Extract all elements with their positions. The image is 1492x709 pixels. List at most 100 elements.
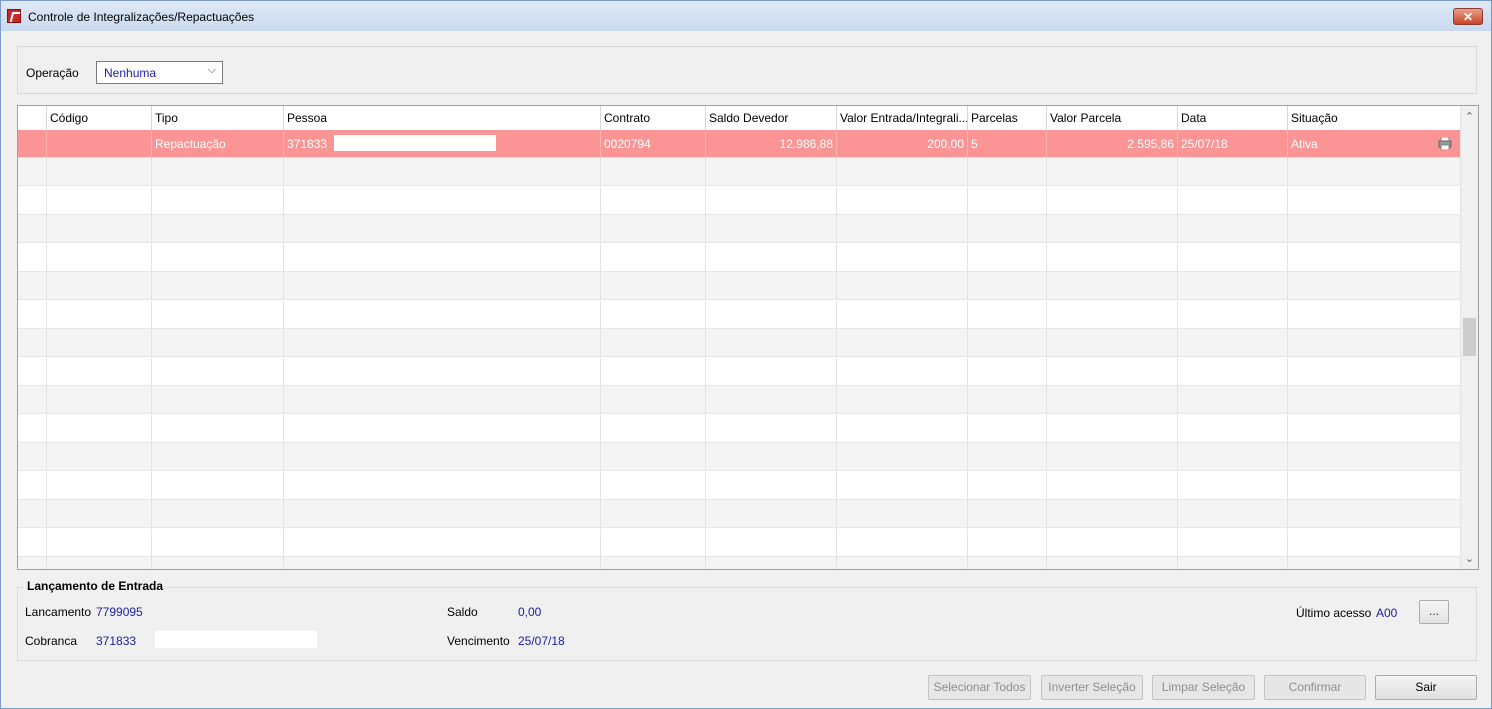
invert-selection-button[interactable]: Inverter Seleção	[1041, 675, 1143, 700]
table-row-selected[interactable]: Repactuação 371833 0020794 12.986,88 200…	[18, 130, 1462, 158]
entry-groupbox: Lançamento de Entrada	[17, 579, 1477, 661]
empty-cell	[967, 243, 1046, 272]
empty-cell	[1287, 243, 1462, 272]
col-parcelas[interactable]: Parcelas	[967, 106, 1046, 130]
empty-cell	[283, 500, 600, 528]
grid-header: Código Tipo Pessoa Contrato Saldo Devedo…	[18, 106, 1462, 131]
empty-table-row[interactable]	[18, 471, 1462, 500]
scroll-up-icon[interactable]: ⌃	[1461, 110, 1478, 123]
empty-table-row[interactable]	[18, 443, 1462, 471]
col-saldo-devedor[interactable]: Saldo Devedor	[705, 106, 836, 130]
cobranca-value: 371833	[96, 634, 137, 648]
empty-table-row[interactable]	[18, 186, 1462, 215]
col-codigo[interactable]: Código	[46, 106, 151, 130]
empty-cell	[283, 386, 600, 414]
empty-cell	[705, 386, 836, 414]
empty-table-row[interactable]	[18, 357, 1462, 386]
empty-cell	[283, 158, 600, 186]
empty-cell	[151, 528, 283, 557]
empty-cell	[283, 357, 600, 386]
empty-cell	[836, 272, 967, 300]
empty-cell	[46, 528, 151, 557]
app-icon	[7, 9, 21, 23]
vertical-scrollbar[interactable]: ⌃ ⌄	[1460, 106, 1478, 569]
empty-cell	[18, 301, 46, 329]
empty-cell	[967, 557, 1046, 569]
saldo-label: Saldo	[447, 605, 478, 619]
cell-tipo: Repactuação	[151, 130, 283, 158]
empty-cell	[705, 215, 836, 243]
empty-cell	[967, 528, 1046, 557]
empty-cell	[600, 414, 705, 443]
empty-table-row[interactable]	[18, 557, 1462, 569]
empty-cell	[1177, 215, 1287, 243]
select-all-button[interactable]: Selecionar Todos	[928, 675, 1031, 700]
cell-pessoa-id: 371833	[287, 137, 328, 151]
empty-table-row[interactable]	[18, 300, 1462, 329]
row-indicator-header	[18, 106, 46, 130]
lancamento-label: Lancamento	[25, 605, 92, 619]
empty-table-row[interactable]	[18, 386, 1462, 414]
col-pessoa[interactable]: Pessoa	[283, 106, 600, 130]
empty-cell	[836, 500, 967, 528]
empty-cell	[600, 272, 705, 300]
clear-selection-button[interactable]: Limpar Seleção	[1152, 675, 1255, 700]
empty-cell	[967, 386, 1046, 414]
cobranca-label: Cobranca	[25, 634, 78, 648]
empty-table-row[interactable]	[18, 272, 1462, 300]
cell-valor-entrada: 200,00	[836, 130, 967, 158]
empty-cell	[18, 215, 46, 243]
empty-table-row[interactable]	[18, 500, 1462, 528]
col-situacao[interactable]: Situação	[1287, 106, 1462, 130]
empty-cell	[18, 329, 46, 357]
col-valor-entrada[interactable]: Valor Entrada/Integrali...	[836, 106, 967, 130]
col-contrato[interactable]: Contrato	[600, 106, 705, 130]
empty-cell	[283, 329, 600, 357]
empty-cell	[1046, 272, 1177, 300]
empty-cell	[705, 329, 836, 357]
empty-cell	[18, 557, 46, 569]
empty-cell	[1046, 557, 1177, 569]
operation-select[interactable]: Nenhuma ⌵	[96, 61, 223, 84]
empty-cell	[705, 528, 836, 557]
empty-cell	[18, 415, 46, 443]
empty-cell	[1177, 300, 1287, 329]
cell-pessoa: 371833	[283, 130, 600, 158]
empty-cell	[18, 443, 46, 471]
empty-cell	[1046, 357, 1177, 386]
empty-cell	[1287, 414, 1462, 443]
close-button[interactable]: ✕	[1453, 8, 1483, 25]
empty-table-row[interactable]	[18, 215, 1462, 243]
print-icon[interactable]	[1438, 137, 1452, 150]
empty-cell	[18, 158, 46, 186]
scroll-thumb[interactable]	[1463, 318, 1476, 356]
empty-cell	[1046, 528, 1177, 557]
empty-table-row[interactable]	[18, 528, 1462, 557]
col-data[interactable]: Data	[1177, 106, 1287, 130]
empty-cell	[46, 186, 151, 215]
empty-cell	[151, 329, 283, 357]
empty-cell	[967, 329, 1046, 357]
ultimo-acesso-value: A00	[1376, 606, 1398, 620]
empty-table-row[interactable]	[18, 329, 1462, 357]
empty-cell	[600, 158, 705, 186]
window-title: Controle de Integralizações/Repactuações	[28, 10, 255, 24]
empty-table-row[interactable]	[18, 158, 1462, 186]
empty-cell	[600, 215, 705, 243]
confirm-button[interactable]: Confirmar	[1264, 675, 1366, 700]
empty-cell	[1287, 357, 1462, 386]
empty-cell	[600, 386, 705, 414]
col-tipo[interactable]: Tipo	[151, 106, 283, 130]
more-button[interactable]: ...	[1419, 600, 1449, 624]
empty-cell	[151, 386, 283, 414]
scroll-down-icon[interactable]: ⌄	[1461, 552, 1478, 565]
col-valor-parcela[interactable]: Valor Parcela	[1046, 106, 1177, 130]
empty-cell	[705, 500, 836, 528]
empty-table-row[interactable]	[18, 243, 1462, 272]
empty-cell	[1046, 414, 1177, 443]
empty-cell	[46, 300, 151, 329]
empty-cell	[1177, 471, 1287, 500]
empty-cell	[283, 528, 600, 557]
empty-table-row[interactable]	[18, 414, 1462, 443]
exit-button[interactable]: Sair	[1375, 675, 1477, 700]
